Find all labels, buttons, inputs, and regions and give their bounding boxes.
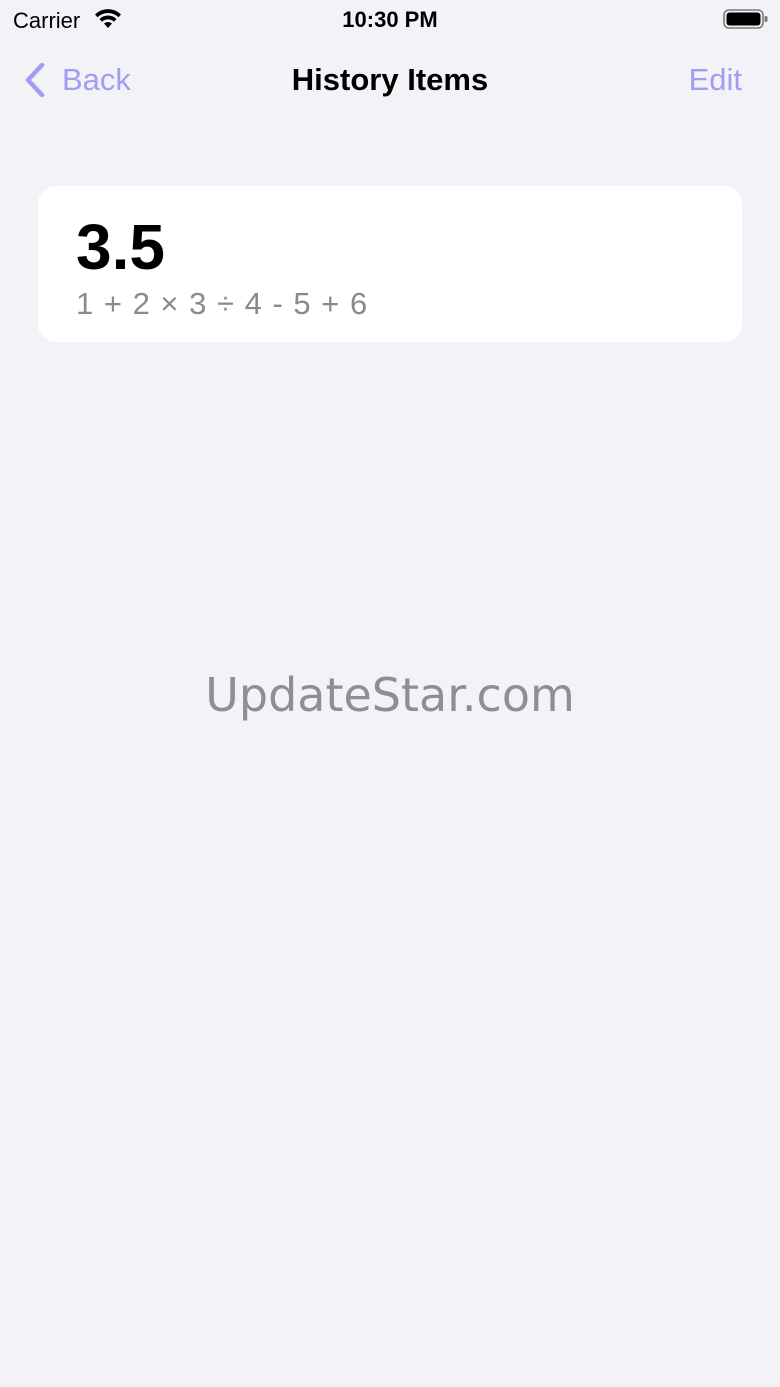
history-item[interactable]: 3.5 1 + 2 × 3 ÷ 4 - 5 + 6	[38, 186, 742, 342]
navigation-bar: Back History Items Edit	[0, 40, 780, 120]
watermark: UpdateStar.com	[205, 668, 575, 722]
edit-button[interactable]: Edit	[689, 62, 742, 98]
history-item-expression: 1 + 2 × 3 ÷ 4 - 5 + 6	[76, 286, 369, 321]
battery-icon	[723, 9, 768, 29]
history-item-result: 3.5	[76, 211, 165, 283]
status-bar: Carrier 10:30 PM	[0, 0, 780, 40]
status-time: 10:30 PM	[342, 7, 438, 32]
page-title: History Items	[291, 62, 489, 97]
